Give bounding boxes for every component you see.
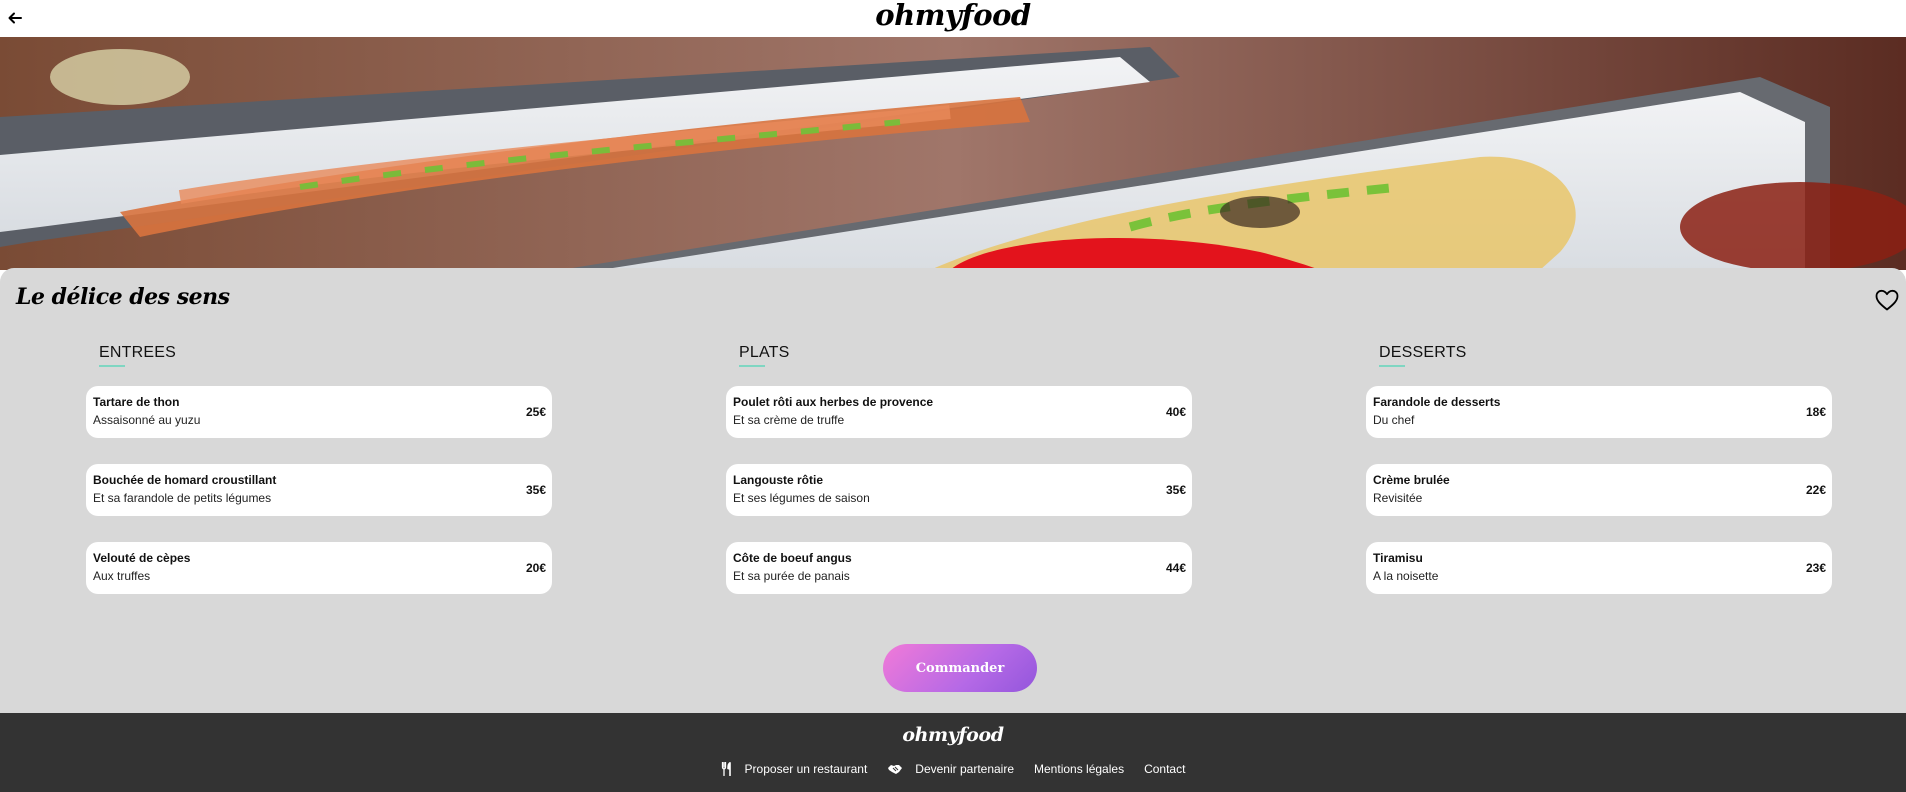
dish-price: 40€ [1165,405,1186,419]
top-header: ohmyfood [0,0,1906,37]
dish-description: Et sa farandole de petits légumes [93,491,272,505]
footer-link-label: Mentions légales [1034,762,1125,776]
menu-column-plats: PLATS Poulet rôti aux herbes de provence… [726,344,1192,594]
menu-item-card[interactable]: Langouste rôtie Et ses légumes de saison… [726,464,1192,516]
menu-column-entrees: ENTREES Tartare de thon Assaisonné au yu… [86,344,552,594]
dish-price: 35€ [1165,483,1186,497]
menu-item-card[interactable]: Velouté de cèpes Aux truffes 20€ [86,542,552,594]
dish-price: 23€ [1805,561,1826,575]
menu-item-card[interactable]: Farandole de desserts Du chef 18€ [1366,386,1832,438]
footer-link-label: Devenir partenaire [915,762,1015,776]
favorite-button[interactable] [1874,288,1900,312]
utensils-icon [721,762,731,776]
hero-image [0,37,1906,270]
footer-link-contact[interactable]: Contact [1144,762,1185,776]
column-title: DESSERTS [1379,344,1832,367]
menu-section: Le délice des sens ENTREES Tartare de th… [0,268,1906,713]
dish-name: Tiramisu [1373,551,1423,565]
handshake-icon [888,765,903,774]
footer-logo[interactable]: ohmyfood [0,724,1906,746]
dish-price: 25€ [525,405,546,419]
column-title: ENTREES [99,344,552,367]
dish-name: Farandole de desserts [1373,395,1501,409]
footer-link-become-partner[interactable]: Devenir partenaire [887,762,1014,776]
dish-name: Poulet rôti aux herbes de provence [733,395,934,409]
dish-name: Côte de boeuf angus [733,551,852,565]
dish-description: Assaisonné au yuzu [93,413,201,427]
dish-description: Aux truffes [93,569,151,583]
column-title: PLATS [739,344,1192,367]
dish-description: Et ses légumes de saison [733,491,870,505]
dish-name: Langouste rôtie [733,473,824,487]
menu-column-desserts: DESSERTS Farandole de desserts Du chef 1… [1366,344,1832,594]
menu-item-card[interactable]: Bouchée de homard croustillant Et sa far… [86,464,552,516]
dish-description: Et sa crème de truffe [733,413,845,427]
site-logo[interactable]: ohmyfood [0,0,1906,30]
dish-name: Crème brulée [1373,473,1450,487]
dish-description: Revisitée [1373,491,1423,505]
dish-price: 44€ [1165,561,1186,575]
menu-item-card[interactable]: Crème brulée Revisitée 22€ [1366,464,1832,516]
footer-link-legal[interactable]: Mentions légales [1034,762,1124,776]
menu-item-card[interactable]: Tartare de thon Assaisonné au yuzu 25€ [86,386,552,438]
menu-item-card[interactable]: Poulet rôti aux herbes de provence Et sa… [726,386,1192,438]
site-footer: ohmyfood Proposer un restaurant Devenir … [0,713,1906,792]
footer-link-propose-restaurant[interactable]: Proposer un restaurant [721,762,868,776]
menu-item-card[interactable]: Tiramisu A la noisette 23€ [1366,542,1832,594]
dish-name: Velouté de cèpes [93,551,191,565]
dish-description: A la noisette [1373,569,1439,583]
heart-icon [1875,289,1899,311]
order-button[interactable]: Commander [883,644,1037,692]
dish-price: 20€ [525,561,546,575]
dish-price: 22€ [1805,483,1826,497]
dish-description: Et sa purée de panais [733,569,850,583]
dish-name: Bouchée de homard croustillant [93,473,277,487]
menu-item-card[interactable]: Côte de boeuf angus Et sa purée de panai… [726,542,1192,594]
footer-links: Proposer un restaurant Devenir partenair… [0,762,1906,776]
restaurant-title: Le délice des sens [16,284,230,310]
footer-link-label: Contact [1144,762,1186,776]
footer-link-label: Proposer un restaurant [744,762,868,776]
dish-price: 18€ [1805,405,1826,419]
dish-price: 35€ [525,483,546,497]
dish-name: Tartare de thon [93,395,180,409]
dish-description: Du chef [1373,413,1415,427]
